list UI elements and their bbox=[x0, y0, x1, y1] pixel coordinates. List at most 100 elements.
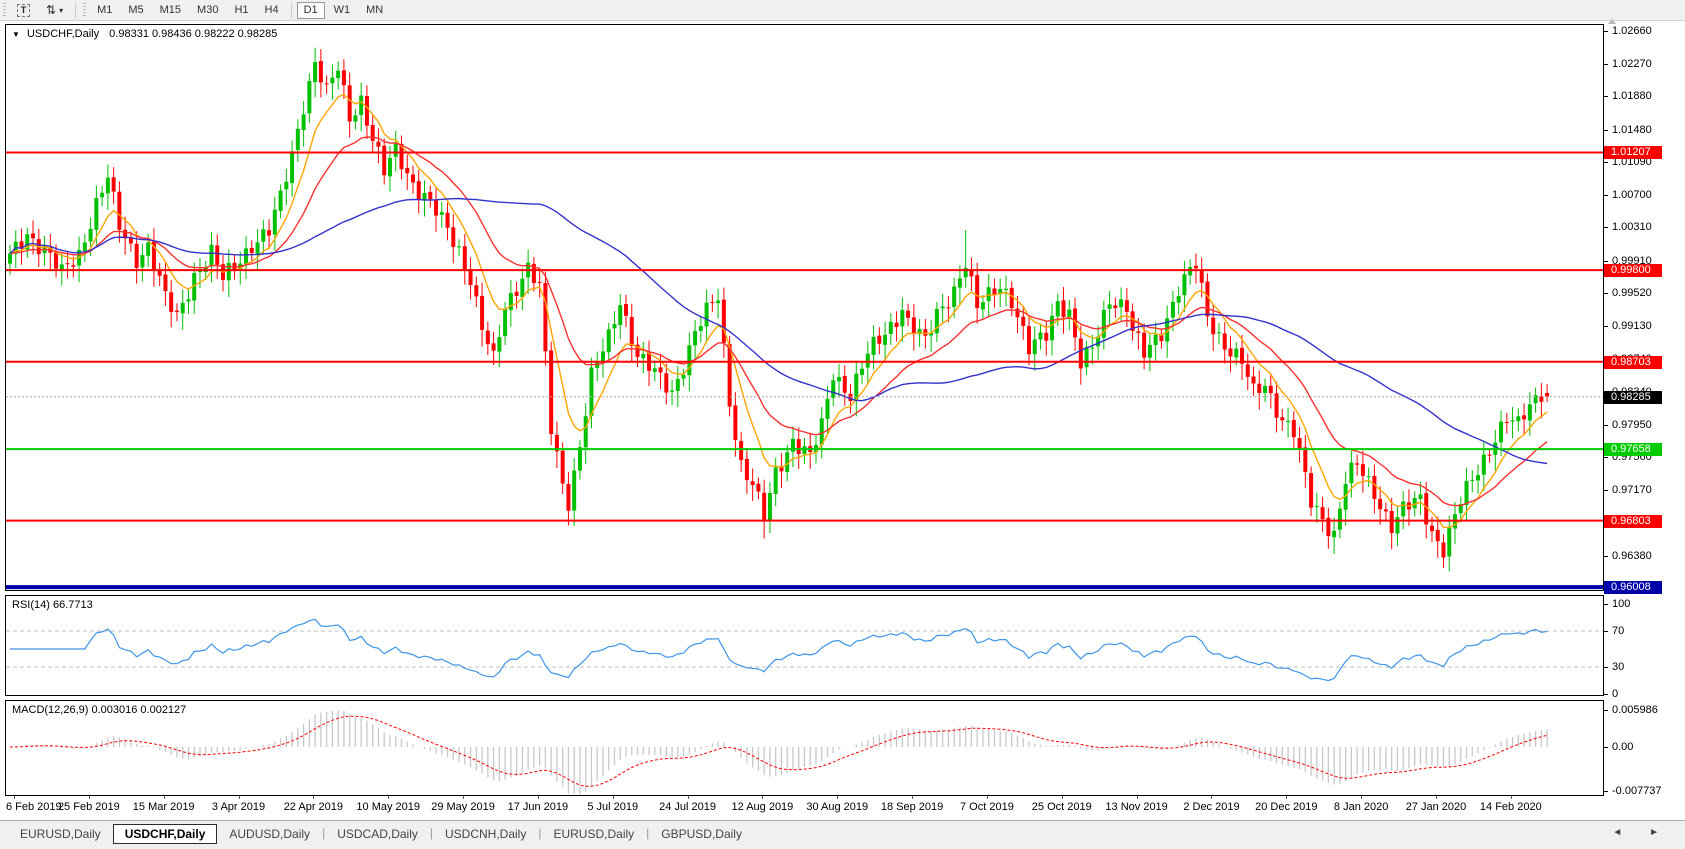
date-axis[interactable]: 6 Feb 201925 Feb 201915 Mar 20193 Apr 20… bbox=[5, 796, 1604, 818]
date-label: 25 Oct 2019 bbox=[1032, 801, 1092, 813]
date-tick bbox=[1511, 796, 1512, 799]
price-badge-0.96008: 0.96008 bbox=[1604, 581, 1662, 594]
axis-tick bbox=[1604, 631, 1608, 632]
ma-medium bbox=[10, 137, 1547, 506]
axis-tick bbox=[1604, 64, 1608, 65]
timeframe-button-m15[interactable]: M15 bbox=[153, 2, 188, 19]
axis-tick-label: 1.01480 bbox=[1612, 124, 1652, 137]
price-badge-0.97658: 0.97658 bbox=[1604, 443, 1662, 456]
macd-chart-canvas[interactable] bbox=[6, 701, 1603, 795]
symbol-tab-usdchf-1[interactable]: USDCHF,Daily bbox=[113, 824, 218, 844]
chevron-down-icon: ▾ bbox=[59, 6, 63, 15]
collapse-chart-icon[interactable]: ▼ bbox=[12, 30, 20, 39]
timeframe-button-m1[interactable]: M1 bbox=[90, 2, 119, 19]
date-tick bbox=[1361, 796, 1362, 799]
date-label: 12 Aug 2019 bbox=[732, 801, 794, 813]
timeframe-button-w1[interactable]: W1 bbox=[327, 2, 358, 19]
symbol-tab-eurusd-5[interactable]: EURUSD,Daily bbox=[541, 825, 646, 843]
timeframe-button-m30[interactable]: M30 bbox=[190, 2, 225, 19]
date-tick bbox=[1211, 796, 1212, 799]
text-tool-icon: T bbox=[17, 4, 30, 17]
toolbar-grip bbox=[3, 3, 6, 17]
axis-tick-label: 0.005986 bbox=[1612, 704, 1658, 717]
date-label: 29 May 2019 bbox=[431, 801, 495, 813]
trading-platform-window: T ⇅ ▾ M1M5M15M30H1H4 D1W1MN ▼ USDCHF,Dail… bbox=[0, 0, 1685, 849]
price-axis[interactable]: 1.026601.022701.018801.014801.010901.007… bbox=[1604, 24, 1685, 796]
symbol-tab-gbpusd-6[interactable]: GBPUSD,Daily bbox=[649, 825, 754, 843]
date-label: 5 Jul 2019 bbox=[587, 801, 638, 813]
timeframe-button-d1[interactable]: D1 bbox=[297, 2, 325, 19]
date-label: 22 Apr 2019 bbox=[284, 801, 343, 813]
text-label-tool-button[interactable]: T bbox=[10, 2, 37, 19]
timeframe-button-h4[interactable]: H4 bbox=[258, 2, 286, 19]
symbol-tab-audusd-2[interactable]: AUDUSD,Daily bbox=[217, 825, 322, 843]
date-tick bbox=[837, 796, 838, 799]
arrange-icon: ⇅ bbox=[46, 3, 56, 17]
date-tick bbox=[89, 796, 90, 799]
axis-tick-label: 0.99520 bbox=[1612, 287, 1652, 300]
toolbar-separator bbox=[75, 3, 76, 18]
toolbar-grip bbox=[83, 3, 86, 17]
axis-tick bbox=[1604, 747, 1608, 748]
date-tick bbox=[912, 796, 913, 799]
axis-tick-label: 0.97170 bbox=[1612, 484, 1652, 497]
date-label: 18 Sep 2019 bbox=[881, 801, 943, 813]
date-label: 25 Feb 2019 bbox=[58, 801, 120, 813]
symbol-tab-eurusd-0[interactable]: EURUSD,Daily bbox=[8, 825, 113, 843]
date-tick bbox=[239, 796, 240, 799]
arrange-windows-button[interactable]: ⇅ ▾ bbox=[39, 2, 70, 19]
toolbar: T ⇅ ▾ M1M5M15M30H1H4 D1W1MN bbox=[0, 0, 1685, 21]
axis-tick-label: 30 bbox=[1612, 661, 1624, 674]
axis-tick bbox=[1604, 490, 1608, 491]
price-badge-0.98703: 0.98703 bbox=[1604, 356, 1662, 369]
axis-tick-label: 100 bbox=[1612, 598, 1630, 611]
tab-scroll-arrows: ◄ ► bbox=[1612, 827, 1671, 838]
date-tick bbox=[164, 796, 165, 799]
axis-tick bbox=[1604, 261, 1608, 262]
rsi-indicator-pane[interactable]: RSI(14) 66.7713 bbox=[5, 595, 1604, 696]
rsi-chart-canvas[interactable] bbox=[6, 596, 1603, 695]
price-badge-0.99800: 0.99800 bbox=[1604, 264, 1662, 277]
axis-tick-label: 1.00310 bbox=[1612, 221, 1652, 234]
timeframe-button-h1[interactable]: H1 bbox=[227, 2, 255, 19]
axis-tick bbox=[1604, 791, 1608, 792]
main-chart-pane[interactable]: ▼ USDCHF,Daily 0.98331 0.98436 0.98222 0… bbox=[5, 24, 1604, 591]
date-label: 8 Jan 2020 bbox=[1334, 801, 1388, 813]
moving-average-lines bbox=[10, 94, 1547, 527]
date-label: 10 May 2019 bbox=[356, 801, 420, 813]
timeframe-button-m5[interactable]: M5 bbox=[121, 2, 150, 19]
axis-tick-label: 1.02270 bbox=[1612, 58, 1652, 71]
axis-tick bbox=[1604, 293, 1608, 294]
date-tick bbox=[1286, 796, 1287, 799]
axis-tick bbox=[1604, 604, 1608, 605]
date-label: 7 Oct 2019 bbox=[960, 801, 1014, 813]
date-label: 17 Jun 2019 bbox=[508, 801, 569, 813]
macd-indicator-pane[interactable]: MACD(12,26,9) 0.003016 0.002127 bbox=[5, 700, 1604, 796]
candlestick-chart-canvas[interactable] bbox=[6, 25, 1603, 590]
axis-tick bbox=[1604, 130, 1608, 131]
date-tick bbox=[1137, 796, 1138, 799]
date-label: 2 Dec 2019 bbox=[1183, 801, 1239, 813]
date-label: 14 Feb 2020 bbox=[1480, 801, 1542, 813]
chart-header: ▼ USDCHF,Daily 0.98331 0.98436 0.98222 0… bbox=[12, 28, 277, 40]
rsi-label: RSI(14) 66.7713 bbox=[12, 599, 93, 611]
chart-ohlc-values: 0.98331 0.98436 0.98222 0.98285 bbox=[109, 28, 277, 40]
timeframe-button-mn[interactable]: MN bbox=[359, 2, 390, 19]
bottom-strip bbox=[0, 845, 1685, 849]
symbol-tab-usdcnh-4[interactable]: USDCNH,Daily bbox=[433, 825, 538, 843]
axis-tick bbox=[1604, 195, 1608, 196]
price-badge-1.01207: 1.01207 bbox=[1604, 146, 1662, 159]
date-label: 15 Mar 2019 bbox=[133, 801, 195, 813]
date-tick bbox=[14, 796, 15, 799]
axis-tick-label: -0.007737 bbox=[1612, 785, 1662, 798]
horizontal-level-lines[interactable] bbox=[6, 152, 1603, 587]
axis-tick-label: 0.97950 bbox=[1612, 419, 1652, 432]
date-tick bbox=[463, 796, 464, 799]
date-label: 20 Dec 2019 bbox=[1255, 801, 1317, 813]
axis-tick bbox=[1604, 694, 1608, 695]
date-tick bbox=[538, 796, 539, 799]
axis-tick bbox=[1604, 96, 1608, 97]
toolbar-separator bbox=[291, 3, 292, 18]
symbol-tab-usdcad-3[interactable]: USDCAD,Daily bbox=[325, 825, 430, 843]
date-label: 13 Nov 2019 bbox=[1105, 801, 1167, 813]
